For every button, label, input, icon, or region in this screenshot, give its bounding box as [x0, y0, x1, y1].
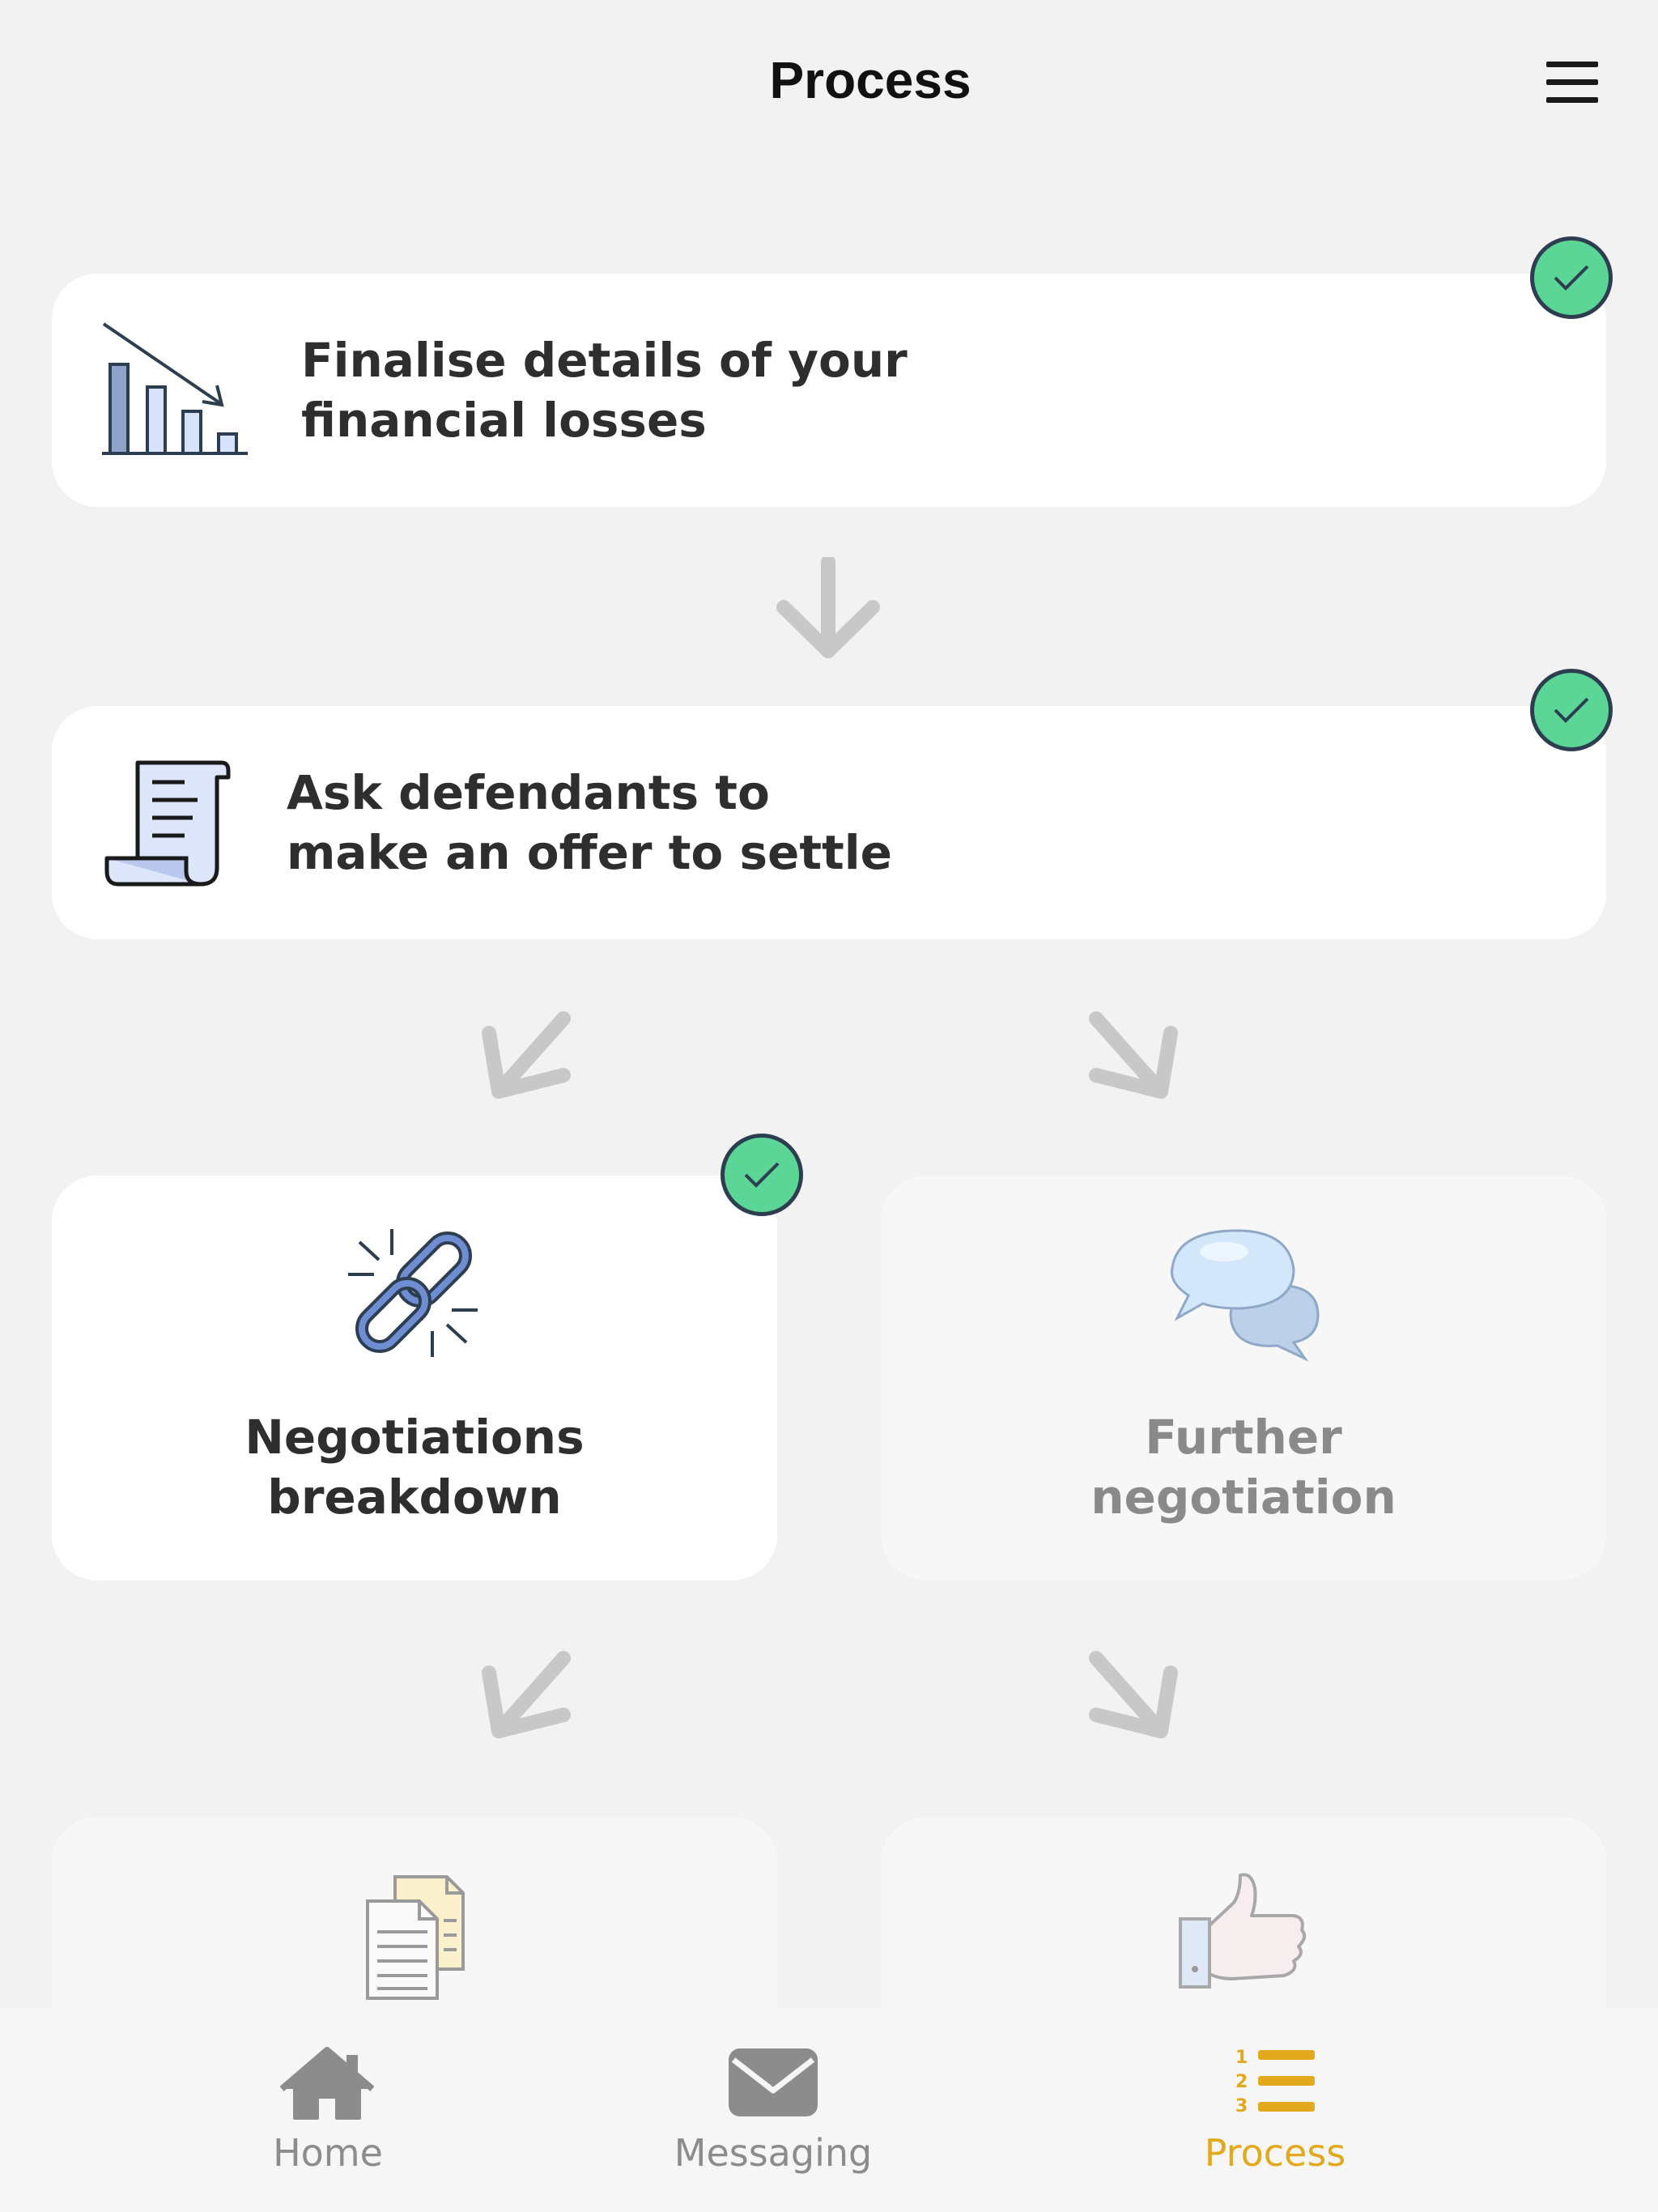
documents-icon [363, 1872, 468, 2005]
tab-label-home: Home [273, 2131, 383, 2175]
hamburger-menu-icon[interactable] [1546, 58, 1598, 107]
step-title-ask-offer: Ask defendants to make an offer to settl… [287, 765, 892, 880]
declining-bar-chart-icon [99, 321, 261, 462]
svg-text:3: 3 [1235, 2096, 1248, 2116]
completed-check-icon [721, 1134, 803, 1216]
step-title-negotiations-breakdown: Negotiations breakdown [244, 1410, 585, 1525]
arrow-down-left-icon [474, 1009, 580, 1117]
speech-bubbles-icon [1167, 1224, 1326, 1365]
broken-chain-link-icon [346, 1226, 483, 1365]
tab-home[interactable]: Home [202, 2008, 453, 2212]
step-title-financial-losses: Finalise details of your financial losse… [301, 333, 908, 448]
step-card-ask-offer[interactable]: Ask defendants to make an offer to settl… [52, 706, 1606, 939]
arrow-down-left-icon [474, 1648, 580, 1757]
tab-label-process: Process [1204, 2131, 1346, 2175]
completed-check-icon [1530, 236, 1613, 319]
top-bar: Process [0, 0, 1658, 170]
envelope-icon [727, 2047, 819, 2121]
numbered-list-icon: 1 2 3 [1234, 2045, 1318, 2121]
tab-process[interactable]: 1 2 3 Process [1150, 2008, 1401, 2212]
step-card-negotiations-breakdown[interactable]: Negotiations breakdown [52, 1176, 777, 1580]
completed-check-icon [1530, 669, 1613, 751]
thumbs-up-icon [1175, 1869, 1313, 1993]
tab-messaging[interactable]: Messaging [640, 2008, 907, 2212]
step-card-further-negotiation[interactable]: Further negotiation [881, 1176, 1606, 1580]
svg-text:2: 2 [1235, 2072, 1248, 2092]
home-icon [279, 2047, 375, 2125]
step-title-further-negotiation: Further negotiation [1090, 1410, 1397, 1525]
arrow-down-icon [774, 555, 882, 664]
arrow-down-right-icon [1080, 1648, 1185, 1757]
step-card-financial-losses[interactable]: Finalise details of your financial losse… [52, 274, 1606, 507]
svg-text:1: 1 [1235, 2048, 1248, 2068]
bottom-tab-bar: Home Messaging 1 2 3 Process [0, 2008, 1658, 2212]
page-title: Process [769, 51, 971, 109]
arrow-down-right-icon [1080, 1009, 1185, 1117]
tab-label-messaging: Messaging [674, 2131, 873, 2175]
scroll-document-icon [102, 758, 232, 891]
